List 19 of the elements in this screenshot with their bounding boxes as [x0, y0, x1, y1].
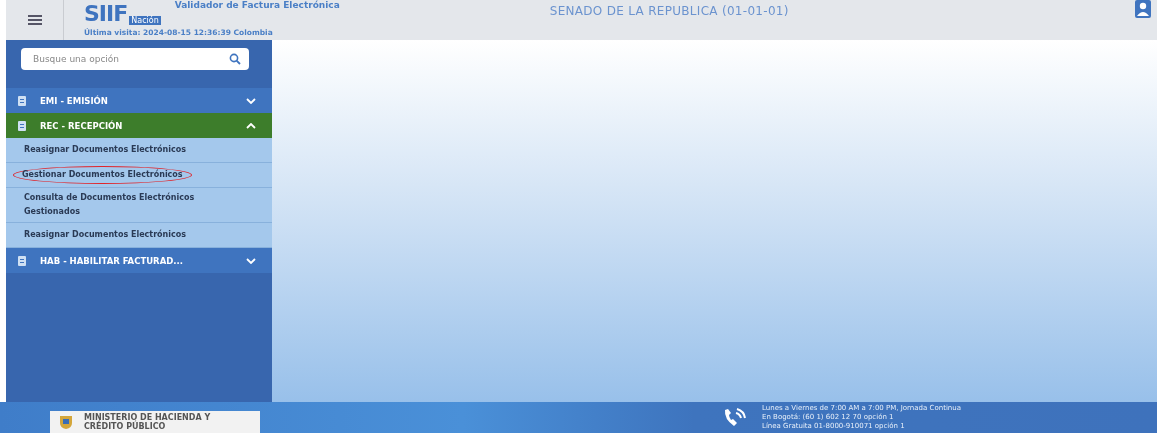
chevron-icon	[246, 97, 256, 104]
shield-icon	[58, 414, 74, 430]
chevron-icon	[246, 122, 256, 129]
menu-group[interactable]: EMI - EMISIÓN	[6, 88, 272, 113]
document-icon	[18, 95, 26, 106]
logo-text: SIIF	[84, 2, 128, 26]
phone-icon	[722, 406, 748, 429]
menu-group[interactable]: REC - RECEPCIÓN	[6, 113, 272, 138]
search-icon	[229, 53, 241, 65]
logo-subtext: Nación	[129, 16, 161, 25]
chevron-icon	[246, 257, 256, 264]
entity-name: SENADO DE LA REPUBLICA (01-01-01)	[549, 4, 789, 18]
document-icon	[18, 120, 26, 131]
ministry-name: MINISTERIO DE HACIENDA Y CRÉDITO PÚBLICO	[84, 413, 212, 431]
document-icon	[18, 255, 26, 266]
app-title: Validador de Factura Electrónica	[174, 0, 340, 10]
menu-group[interactable]: HAB - HABILITAR FACTURAD...	[6, 248, 272, 273]
search-field[interactable]: Busque una opción	[21, 48, 249, 70]
user-icon[interactable]	[1135, 0, 1151, 18]
